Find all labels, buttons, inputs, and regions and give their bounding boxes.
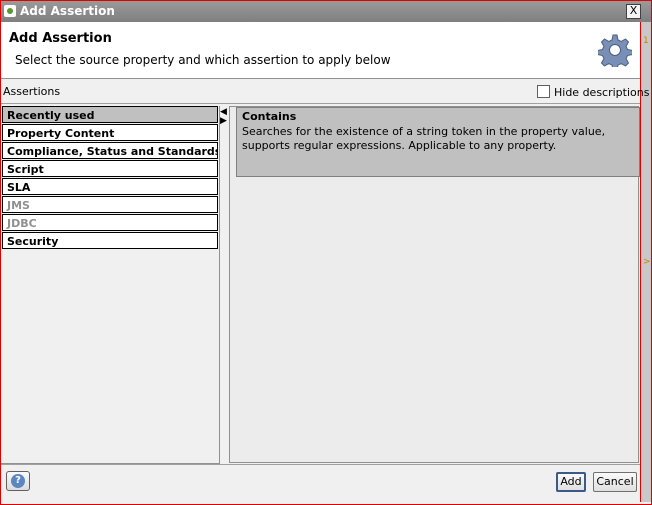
assertions-label: Assertions <box>3 85 61 98</box>
category-item-script[interactable]: Script <box>2 160 218 177</box>
help-icon: ? <box>11 474 25 488</box>
checkbox-box[interactable] <box>537 85 550 98</box>
add-assertion-dialog: Add Assertion X 1 > Add Assertion Select… <box>0 0 652 505</box>
hide-descriptions-checkbox[interactable]: Hide descriptions <box>537 85 649 99</box>
assertion-item-contains[interactable]: Contains Searches for the existence of a… <box>236 107 640 177</box>
background-marker: 1 <box>643 36 649 46</box>
header-subtitle: Select the source property and which ass… <box>15 53 391 67</box>
title-bar[interactable]: Add Assertion X <box>1 1 651 22</box>
close-button[interactable]: X <box>626 4 641 19</box>
background-marker: > <box>643 257 651 267</box>
gear-icon <box>598 34 632 67</box>
cancel-button[interactable]: Cancel <box>593 472 637 492</box>
category-item-recently-used[interactable]: Recently used <box>2 106 218 123</box>
hide-descriptions-label: Hide descriptions <box>554 86 650 99</box>
category-item-jms: JMS <box>2 196 218 213</box>
expand-right-arrow-icon[interactable]: ▶ <box>220 117 227 126</box>
category-item-security[interactable]: Security <box>2 232 218 249</box>
header-title: Add Assertion <box>9 31 112 46</box>
add-button[interactable]: Add <box>556 472 586 492</box>
assertion-name: Contains <box>242 110 297 123</box>
assertion-list: Contains Searches for the existence of a… <box>229 106 640 463</box>
app-logo-icon <box>4 5 16 17</box>
footer-divider <box>1 464 640 465</box>
window-title: Add Assertion <box>20 4 115 18</box>
help-button[interactable]: ? <box>6 471 30 491</box>
category-list: Recently used Property Content Complianc… <box>1 106 220 464</box>
assertion-description: Searches for the existence of a string t… <box>242 125 606 152</box>
category-item-compliance[interactable]: Compliance, Status and Standards <box>2 142 218 159</box>
split-pane-divider[interactable]: ◀ ▶ <box>220 106 228 464</box>
divider <box>1 103 640 104</box>
category-item-jdbc: JDBC <box>2 214 218 231</box>
category-item-property-content[interactable]: Property Content <box>2 124 218 141</box>
collapse-left-arrow-icon[interactable]: ◀ <box>220 108 227 117</box>
dialog-header: Add Assertion Select the source property… <box>1 22 640 79</box>
category-item-sla[interactable]: SLA <box>2 178 218 195</box>
